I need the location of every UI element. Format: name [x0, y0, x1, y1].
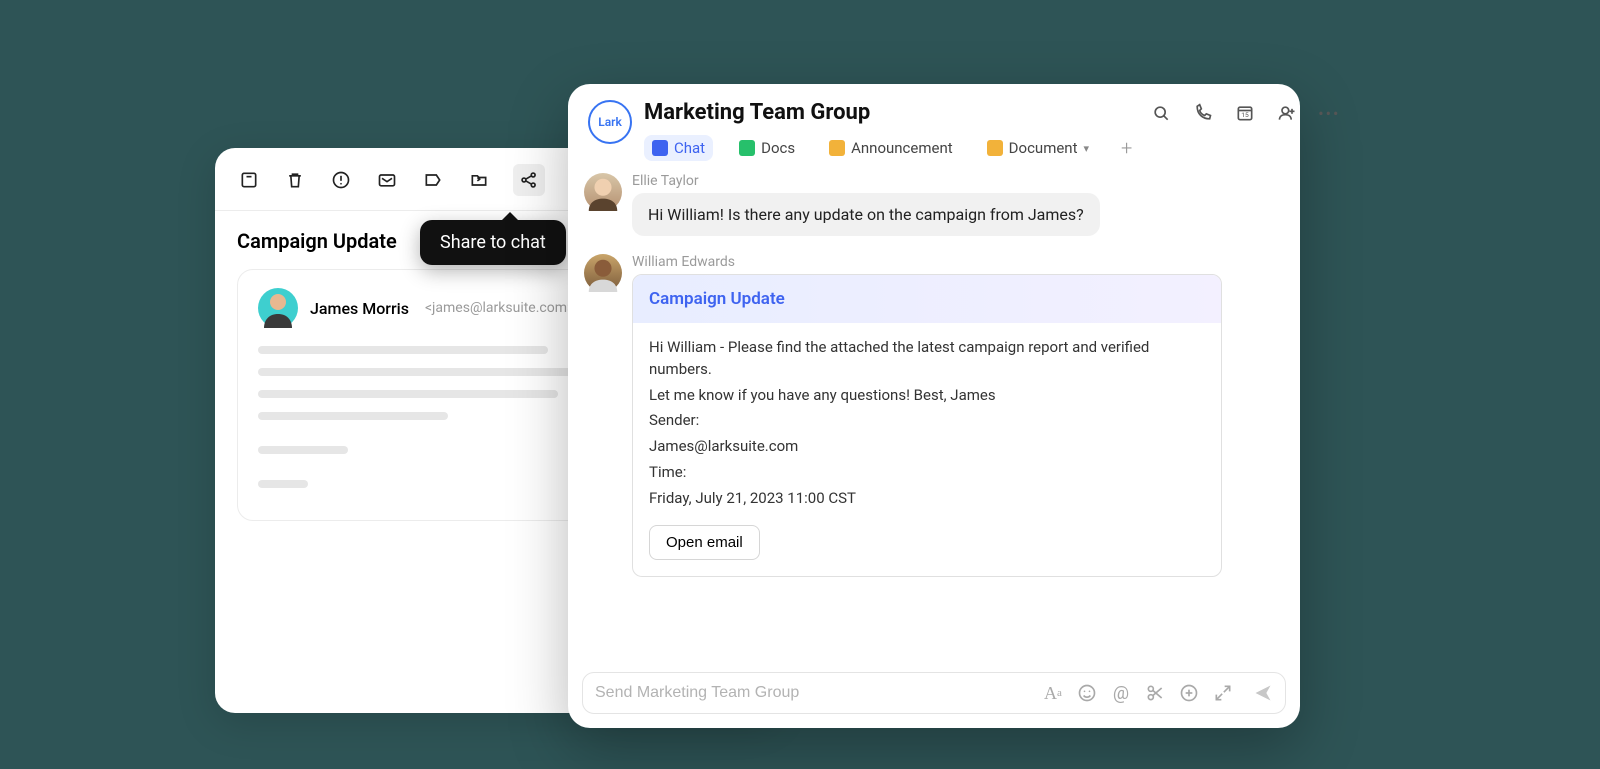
- chat-tabs: Chat Docs Announcement Document ▾: [644, 135, 1138, 161]
- message-bubble: Hi William! Is there any update on the c…: [632, 193, 1100, 236]
- chat-title: Marketing Team Group: [644, 100, 1138, 125]
- emoji-icon[interactable]: [1077, 683, 1097, 703]
- email-sender-name: James Morris: [310, 299, 409, 318]
- svg-text:15: 15: [1242, 111, 1250, 119]
- chat-body: Ellie Taylor Hi William! Is there any up…: [568, 163, 1300, 672]
- email-sender-addr: <james@larksuite.com>: [425, 300, 574, 316]
- skeleton-line: [258, 368, 578, 376]
- call-icon[interactable]: [1192, 102, 1214, 124]
- share-tooltip: Share to chat: [420, 220, 566, 265]
- shared-email-title: Campaign Update: [633, 275, 1221, 323]
- move-icon[interactable]: [467, 168, 491, 192]
- tab-chat[interactable]: Chat: [644, 135, 713, 161]
- add-member-icon[interactable]: [1276, 102, 1298, 124]
- chevron-down-icon: ▾: [1084, 142, 1090, 155]
- tab-label: Announcement: [851, 139, 953, 157]
- shared-email-line: Let me know if you have any questions! B…: [649, 385, 1205, 407]
- message-william: William Edwards Campaign Update Hi Willi…: [584, 254, 1284, 577]
- avatar-william: [584, 254, 622, 292]
- group-avatar: Lark: [588, 100, 632, 144]
- search-icon[interactable]: [1150, 102, 1172, 124]
- message-sender-name: William Edwards: [632, 254, 1284, 270]
- spam-icon[interactable]: [329, 168, 353, 192]
- expand-icon[interactable]: [1213, 683, 1233, 703]
- trash-icon[interactable]: [283, 168, 307, 192]
- tab-label: Document: [1009, 139, 1078, 157]
- shared-email-sender-value: James@larksuite.com: [649, 436, 1205, 458]
- scissors-icon[interactable]: [1145, 683, 1165, 703]
- shared-email-body: Hi William - Please find the attached th…: [633, 323, 1221, 576]
- send-icon[interactable]: [1253, 683, 1273, 703]
- format-icon[interactable]: Aa: [1043, 683, 1063, 703]
- skeleton-line: [258, 346, 548, 354]
- chat-header-actions: 15 •••: [1150, 102, 1340, 124]
- mention-icon[interactable]: @: [1111, 683, 1131, 703]
- avatar-james: [258, 288, 298, 328]
- tab-label: Docs: [761, 139, 795, 157]
- calendar-icon[interactable]: 15: [1234, 102, 1256, 124]
- archive-icon[interactable]: [237, 168, 261, 192]
- composer-toolbar: Aa @: [1043, 683, 1273, 703]
- tab-add[interactable]: +: [1115, 136, 1138, 160]
- avatar-ellie: [584, 173, 622, 211]
- open-email-button[interactable]: Open email: [649, 525, 760, 560]
- composer-input[interactable]: [595, 684, 1043, 702]
- docs-tab-icon: [739, 140, 755, 156]
- skeleton-line: [258, 446, 348, 454]
- add-icon[interactable]: [1179, 683, 1199, 703]
- share-icon[interactable]: [513, 164, 545, 196]
- document-tab-icon: [987, 140, 1003, 156]
- shared-email-time-label: Time:: [649, 462, 1205, 484]
- shared-email-line: Hi William - Please find the attached th…: [649, 337, 1205, 381]
- tab-label: Chat: [674, 139, 705, 157]
- mark-read-icon[interactable]: [375, 168, 399, 192]
- more-icon[interactable]: •••: [1318, 102, 1340, 124]
- tab-announcement[interactable]: Announcement: [821, 135, 961, 161]
- label-icon[interactable]: [421, 168, 445, 192]
- announcement-tab-icon: [829, 140, 845, 156]
- shared-email-time-value: Friday, July 21, 2023 11:00 CST: [649, 488, 1205, 510]
- shared-email-sender-label: Sender:: [649, 410, 1205, 432]
- message-composer: Aa @: [582, 672, 1286, 714]
- message-ellie: Ellie Taylor Hi William! Is there any up…: [584, 173, 1284, 236]
- shared-email-card: Campaign Update Hi William - Please find…: [632, 274, 1222, 577]
- skeleton-line: [258, 480, 308, 488]
- tab-document[interactable]: Document ▾: [979, 135, 1097, 161]
- chat-window: Lark Marketing Team Group Chat Docs Anno…: [568, 84, 1300, 728]
- chat-header: Lark Marketing Team Group Chat Docs Anno…: [568, 84, 1300, 163]
- skeleton-line: [258, 412, 448, 420]
- chat-tab-icon: [652, 140, 668, 156]
- tab-docs[interactable]: Docs: [731, 135, 803, 161]
- message-sender-name: Ellie Taylor: [632, 173, 1284, 189]
- skeleton-line: [258, 390, 558, 398]
